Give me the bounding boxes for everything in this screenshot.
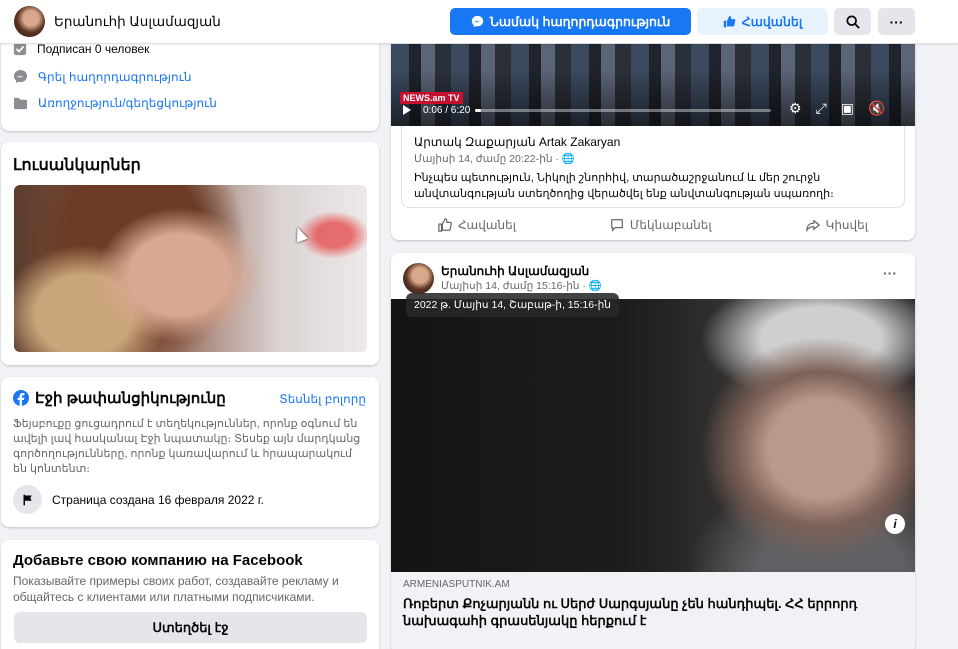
intro-card: Подписан 0 человек Գրել հաղորդագրություն… [1, 30, 379, 131]
facebook-icon [13, 390, 29, 406]
search-button[interactable] [834, 8, 871, 35]
folder-icon [14, 97, 27, 109]
add-business-card: Добавьте свою компанию на Facebook Показ… [1, 540, 379, 649]
like-post-label: Հավանել [457, 218, 516, 232]
business-description: Показывайте примеры своих работ, создава… [13, 574, 339, 604]
page-avatar[interactable] [14, 6, 45, 37]
shared-post-date-text: Մայիսի 14, ժամը 20:22֊ին · [414, 153, 562, 165]
thumbs-up-icon [438, 218, 452, 232]
like-post-button[interactable]: Հավանել [438, 218, 516, 232]
fullscreen-icon[interactable]: ⤢ [816, 100, 827, 117]
post-author-avatar[interactable] [403, 263, 434, 294]
subscribed-row: Подписан 0 человек [13, 42, 149, 56]
search-icon [845, 14, 860, 29]
shared-author-hy[interactable]: Արտակ Զաքարյան [414, 135, 536, 149]
page-transparency-card: Էջի թափանցիկությունը Տեսնել բոլորը Ֆեյսբ… [1, 377, 379, 527]
link-preview-image[interactable] [391, 299, 915, 572]
send-message-button[interactable]: Նամակ հաղորդագրություն [450, 8, 691, 35]
page-name[interactable]: Երանուհի Ասլամազյան [54, 14, 221, 30]
info-icon[interactable]: i [885, 514, 905, 534]
shared-post-text: Ինչպես պետություն, Նիկոլի շնորհիվ, տարած… [414, 172, 834, 200]
settings-icon[interactable]: ⚙ [789, 100, 802, 117]
transparency-title: Էջի թափանցիկությունը [13, 389, 226, 407]
mute-icon[interactable]: 🔇 [868, 100, 885, 117]
shared-post-date[interactable]: Մայիսի 14, ժամը 20:22֊ին · 🌐 [414, 152, 575, 165]
transparency-title-text: Էջի թափանցիկությունը [35, 390, 226, 407]
send-message-label: Նամակ հաղորդագրություն [489, 15, 671, 29]
share-post-button[interactable]: Կիսվել [805, 218, 869, 232]
create-page-button[interactable]: Ստեղծել էջ [14, 612, 367, 643]
like-page-button[interactable]: Հավանել [697, 8, 828, 35]
like-page-label: Հավանել [741, 15, 803, 29]
play-icon[interactable] [403, 105, 411, 115]
globe-icon: 🌐 [588, 280, 602, 292]
more-options-button[interactable]: ··· [878, 8, 915, 35]
post-shared-video: NEWS.am TV 0:06 / 6:20 ⚙ ⤢ ▣ 🔇 Արտակ Զաք… [391, 30, 915, 240]
post-date[interactable]: Մայիսի 14, ժամը 15:16֊ին · 🌐 [441, 279, 602, 292]
photo-thumbnail[interactable] [14, 185, 367, 352]
comment-icon [611, 219, 623, 232]
post-date-text: Մայիսի 14, ժամը 15:16֊ին · [441, 280, 589, 292]
link-domain: ARMENIASPUTNIK.AM [403, 579, 510, 590]
send-message-link[interactable]: Գրել հաղորդագրություն [38, 70, 191, 84]
video-time: 0:06 / 6:20 [423, 105, 471, 116]
post-actions: Հավանել Մեկնաբանել Կիսվել [391, 213, 915, 237]
globe-icon: 🌐 [561, 153, 575, 165]
video-player[interactable]: NEWS.am TV 0:06 / 6:20 ⚙ ⤢ ▣ 🔇 [391, 30, 915, 126]
flag-icon [23, 494, 32, 505]
post-more-button[interactable]: ··· [883, 265, 897, 281]
category-link[interactable]: Առողջություն/գեղեցկություն [38, 96, 217, 110]
picture-in-picture-icon[interactable]: ▣ [841, 100, 854, 117]
thumbs-up-icon [723, 15, 736, 28]
page-created-text: Страница создана 16 февраля 2022 г. [52, 492, 265, 507]
messenger-icon [13, 69, 28, 84]
category-row[interactable]: Առողջություն/գեղեցկություն [13, 96, 217, 110]
subscribed-text: Подписан 0 человек [37, 42, 150, 56]
messenger-icon [471, 15, 483, 28]
checkbox-icon [13, 42, 27, 56]
shared-author-en[interactable]: Artak Zakaryan [539, 135, 620, 149]
comment-post-button[interactable]: Մեկնաբանել [610, 218, 712, 232]
link-preview-box[interactable]: ARMENIASPUTNIK.AM Ռոբերտ Քոչարյանն ու Սե… [391, 572, 915, 649]
post-link-share: Երանուհի Ասլամազյան Մայիսի 14, ժամը 15:1… [391, 253, 915, 649]
video-channel-logo: NEWS.am TV [400, 92, 463, 104]
post-author-name[interactable]: Երանուհի Ասլամազյան [441, 264, 589, 278]
comment-post-label: Մեկնաբանել [629, 218, 712, 232]
see-all-link[interactable]: Տեսնել բոլորը [279, 392, 366, 406]
send-message-row[interactable]: Գրել հաղորդագրություն [13, 69, 191, 84]
video-progress-fill [475, 109, 481, 112]
flag-icon-circle [13, 485, 42, 514]
share-post-label: Կիսվել [825, 218, 869, 232]
shared-post-box: Արտակ Զաքարյան Artak Zakaryan Մայիսի 14,… [401, 126, 905, 208]
page-created-row: Страница создана 16 февраля 2022 г. [13, 485, 264, 514]
top-bar: Երանուհի Ասլամազյան Նամակ հաղորդագրությո… [0, 0, 958, 44]
photos-card: Լուսանկարներ [1, 142, 379, 365]
share-icon [805, 219, 820, 232]
photos-title[interactable]: Լուսանկարներ [13, 155, 141, 175]
shared-post-author[interactable]: Արտակ Զաքարյան Artak Zakaryan [414, 135, 620, 149]
link-title[interactable]: Ռոբերտ Քոչարյանն ու Սերժ Սարգսյանը չեն հ… [403, 595, 883, 629]
video-controls: ⚙ ⤢ ▣ 🔇 [789, 100, 885, 117]
video-progress-bar[interactable] [475, 109, 771, 112]
transparency-description: Ֆեյսբուքը ցուցադրում է տեղեկություններ, … [13, 418, 361, 475]
business-title: Добавьте свою компанию на Facebook [13, 552, 303, 569]
date-tooltip: 2022 թ. Մայիս 14, Շաբաթ-ի, 15:16-ին [406, 293, 619, 317]
